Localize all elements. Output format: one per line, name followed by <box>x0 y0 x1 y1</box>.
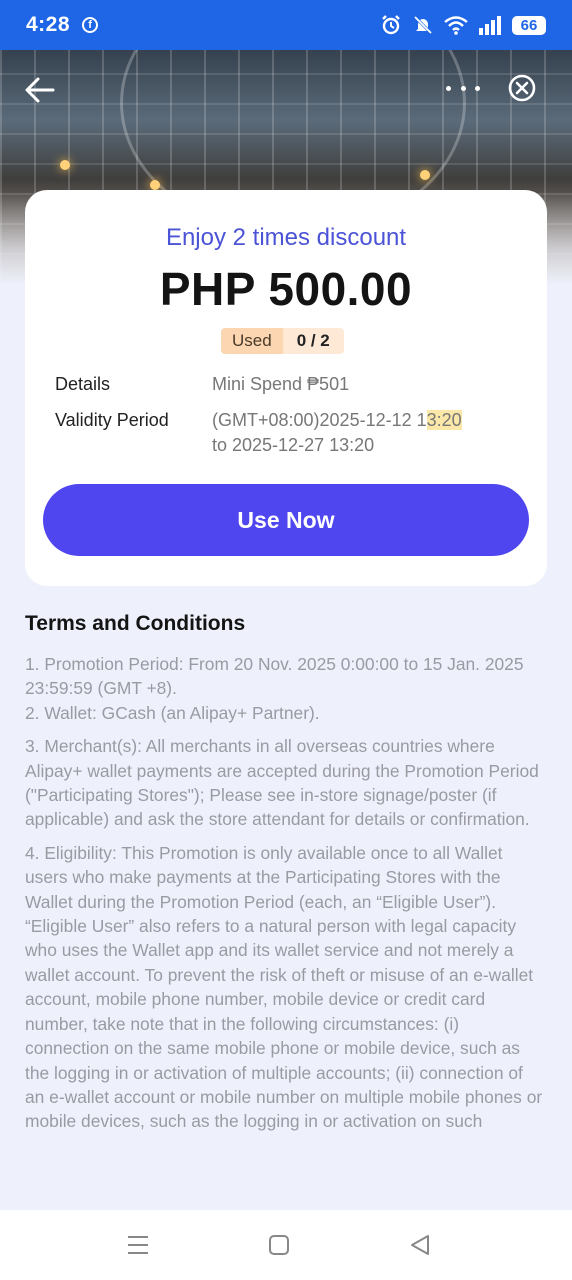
validity-value: (GMT+08:00)2025-12-12 13:20 to 2025-12-2… <box>212 408 462 458</box>
arrow-left-icon <box>25 77 55 103</box>
battery-icon: 66 <box>512 15 546 35</box>
voucher-amount: PHP 500.00 <box>159 263 413 315</box>
status-time: 4:28 <box>26 13 71 36</box>
voucher-headline: Enjoy 2 times discount <box>165 224 407 251</box>
use-now-button[interactable]: Use Now <box>43 484 529 556</box>
alarm-icon <box>382 15 400 35</box>
voucher-card: Enjoy 2 times discount PHP 500.00 Used 0… <box>25 190 547 586</box>
close-circle-icon <box>508 74 536 102</box>
hero-light <box>420 170 430 180</box>
validity-start: (GMT+08:00)2025-12-12 1 <box>212 410 427 430</box>
close-button[interactable] <box>508 74 536 102</box>
usage-badge: Used 0 / 2 <box>221 328 344 354</box>
more-dots-icon[interactable] <box>446 78 480 98</box>
back-triangle-icon[interactable] <box>407 1232 433 1258</box>
system-nav-bar <box>0 1210 572 1280</box>
wifi-icon <box>444 16 468 35</box>
terms-item: 1. Promotion Period: From 20 Nov. 2025 0… <box>25 654 524 699</box>
status-bar: 4:28 f 66 <box>0 0 572 50</box>
back-button[interactable] <box>22 72 58 108</box>
hero-light <box>60 160 70 170</box>
terms-body: 1. Promotion Period: From 20 Nov. 2025 0… <box>25 652 547 1134</box>
terms-item: 2. Wallet: GCash (an Alipay+ Partner). <box>25 702 320 723</box>
recents-icon[interactable] <box>125 1232 151 1258</box>
hero-light <box>150 180 160 190</box>
terms-item: 4. Eligibility: This Promotion is only a… <box>25 842 543 1132</box>
validity-start-highlight: 3:20 <box>426 410 462 430</box>
validity-label: Validity Period <box>55 410 169 430</box>
details-label: Details <box>55 374 111 394</box>
used-label: Used <box>221 328 283 354</box>
mute-icon <box>413 15 433 35</box>
used-count: 0 / 2 <box>282 328 344 354</box>
facebook-icon: f <box>82 17 99 33</box>
signal-icon <box>479 16 501 35</box>
status-icons: 66 <box>380 14 546 36</box>
terms-title: Terms and Conditions <box>25 612 246 635</box>
validity-end: to 2025-12-27 13:20 <box>212 435 375 455</box>
details-value: Mini Spend ₱501 <box>212 374 350 394</box>
home-icon[interactable] <box>266 1232 292 1258</box>
terms-item: 3. Merchant(s): All merchants in all ove… <box>25 736 539 830</box>
